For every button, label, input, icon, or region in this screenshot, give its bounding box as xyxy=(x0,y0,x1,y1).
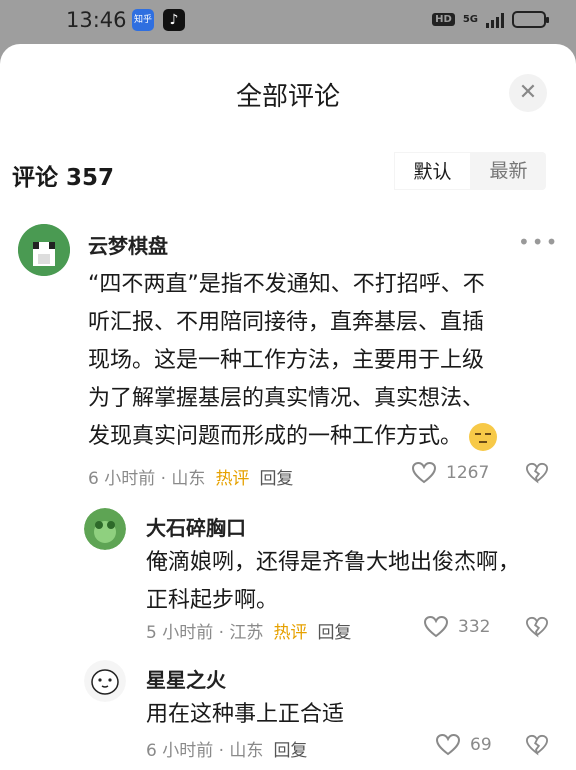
comment-user-name[interactable]: 云梦棋盘 xyxy=(88,230,168,259)
signal-icon xyxy=(486,12,504,28)
like-button[interactable]: 332 xyxy=(424,616,490,638)
avatar[interactable] xyxy=(84,508,126,550)
comment-meta: 6 小时前 · 山东 热评 回复 xyxy=(88,464,293,489)
dislike-icon[interactable] xyxy=(526,616,548,638)
zhihu-app-icon: 知乎 xyxy=(132,9,154,31)
dislike-icon[interactable] xyxy=(526,734,548,756)
status-time: 13:46 xyxy=(66,8,127,32)
like-count: 332 xyxy=(458,617,491,637)
comment-count: 评论 357 xyxy=(12,165,115,191)
comment-meta: 5 小时前 · 江苏 热评 回复 xyxy=(146,618,351,643)
comment-user-name[interactable]: 大石碎胸口 xyxy=(146,512,246,541)
comment-line: 用在这种事上正合适 xyxy=(146,702,345,727)
comment-line: 俺滴娘咧，还得是齐鲁大地出俊杰啊， xyxy=(146,550,521,575)
hot-badge: 热评 xyxy=(215,469,250,489)
comment-line: “四不两直”是指不发通知、不打招呼、不 xyxy=(88,272,485,297)
like-button[interactable]: 1267 xyxy=(412,462,489,484)
comment-text: “四不两直”是指不发通知、不打招呼、不 听汇报、不用陪同接待，直奔基层、直插 现… xyxy=(88,266,558,456)
heart-icon xyxy=(412,462,436,484)
comment-text: 俺滴娘咧，还得是齐鲁大地出俊杰啊， 正科起步啊。 xyxy=(146,544,556,620)
status-indicators: HD 5G xyxy=(432,11,549,28)
comment-user-name[interactable]: 星星之火 xyxy=(146,664,226,693)
like-count: 69 xyxy=(470,735,492,755)
comments-sheet: 全部评论 ✕ 评论 357 默认 最新 云梦棋盘 ••• “四不两直”是指不发通… xyxy=(0,44,576,770)
comment-time-location: 6 小时前 · 山东 xyxy=(146,741,264,761)
reply-button[interactable]: 回复 xyxy=(317,618,351,643)
comment-text: 用在这种事上正合适 xyxy=(146,696,556,734)
sort-default-button[interactable]: 默认 xyxy=(394,152,471,190)
status-bar: 13:46 知乎 ♪ HD 5G xyxy=(0,0,576,40)
hot-badge: 热评 xyxy=(273,623,308,643)
heart-icon xyxy=(424,616,448,638)
reply-button[interactable]: 回复 xyxy=(273,736,307,761)
comment-line: 听汇报、不用陪同接待，直奔基层、直插 xyxy=(88,310,485,335)
avatar[interactable] xyxy=(84,660,126,702)
comment-meta: 6 小时前 · 山东 回复 xyxy=(146,736,307,761)
like-button[interactable]: 69 xyxy=(436,734,492,756)
hd-icon: HD xyxy=(432,13,455,26)
comment-line: 为了解掌握基层的真实情况、真实想法、 xyxy=(88,386,485,411)
close-button[interactable]: ✕ xyxy=(509,74,547,112)
like-count: 1267 xyxy=(446,463,490,483)
tiktok-app-icon: ♪ xyxy=(163,9,185,31)
comment-time-location: 5 小时前 · 江苏 xyxy=(146,623,264,643)
comment-line: 正科起步啊。 xyxy=(146,588,279,613)
more-options-icon[interactable]: ••• xyxy=(518,230,559,254)
sort-toggle: 默认 最新 xyxy=(394,152,546,190)
avatar[interactable] xyxy=(18,224,70,276)
comment-line: 现场。这是一种工作方法，主要用于上级 xyxy=(88,348,485,373)
emoji-icon xyxy=(469,423,498,451)
network-label: 5G xyxy=(462,14,478,25)
reply-button[interactable]: 回复 xyxy=(259,464,293,489)
sheet-title: 全部评论 xyxy=(235,82,340,112)
heart-icon xyxy=(436,734,460,756)
battery-icon xyxy=(512,11,549,28)
sort-latest-button[interactable]: 最新 xyxy=(471,152,546,190)
comment-line: 发现真实问题而形成的一种工作方式。 xyxy=(88,418,558,456)
comment-time-location: 6 小时前 · 山东 xyxy=(88,469,206,489)
dislike-icon[interactable] xyxy=(526,462,548,484)
